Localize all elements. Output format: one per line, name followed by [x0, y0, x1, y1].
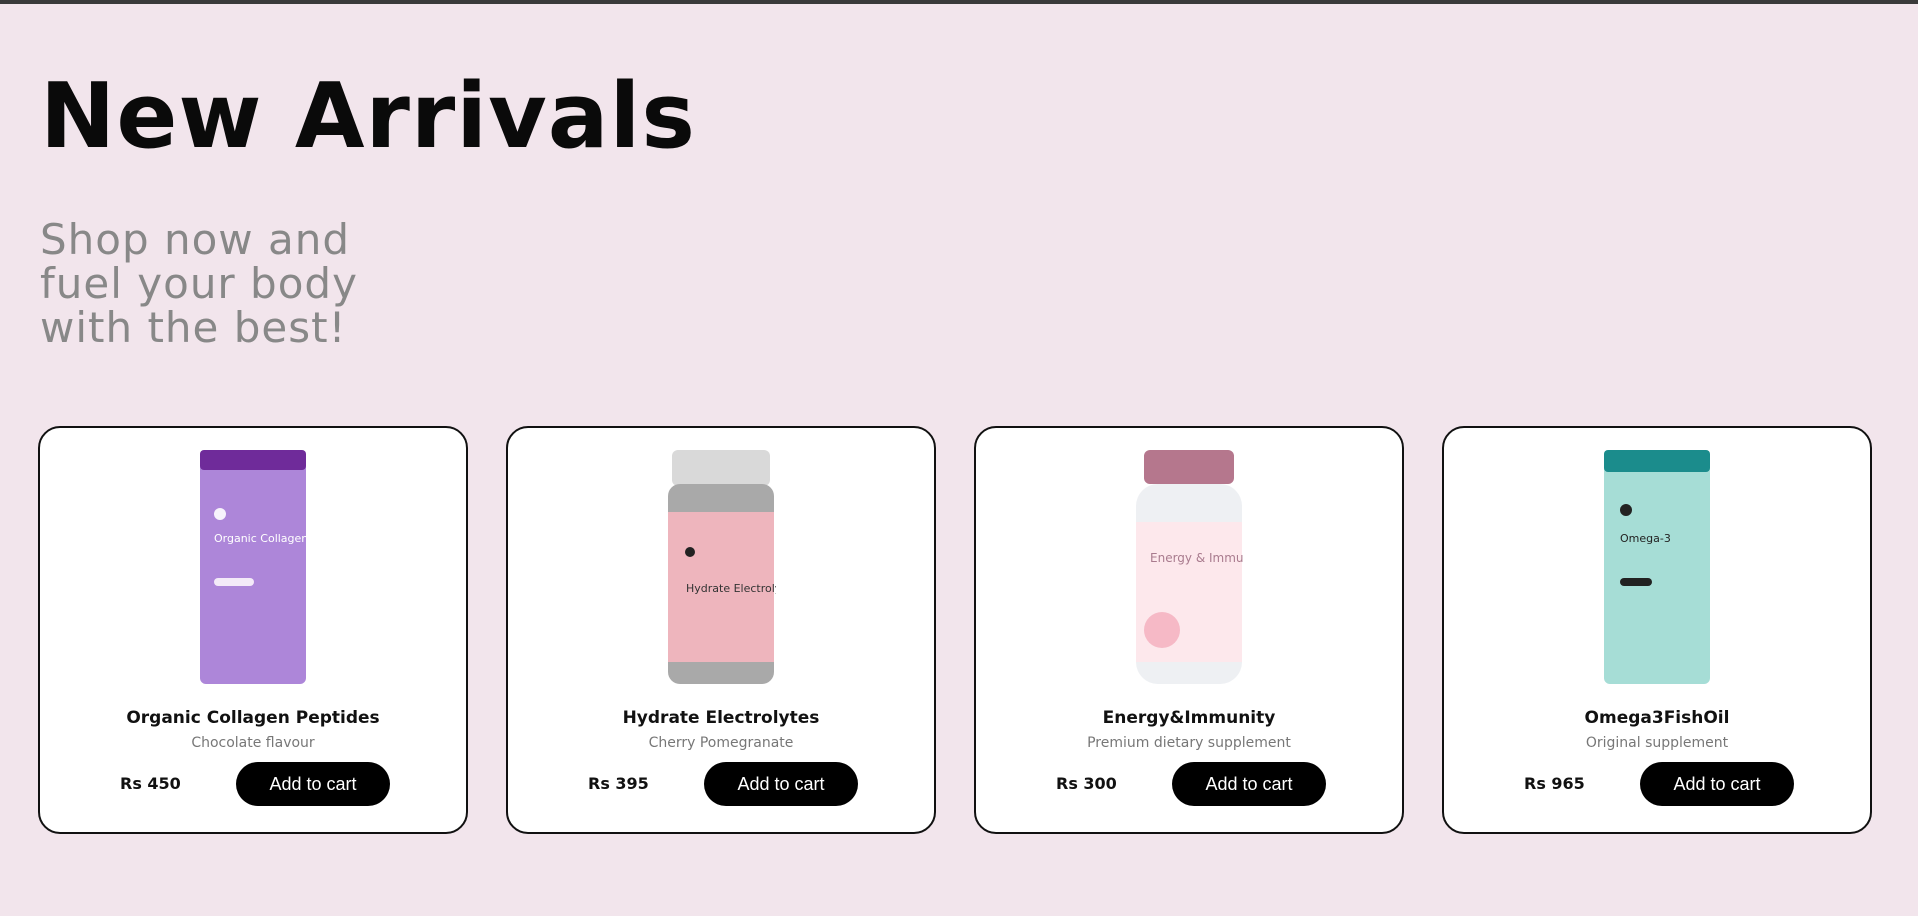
product-subtitle: Original supplement: [1585, 735, 1729, 751]
product-name: Energy&Immunity: [1102, 708, 1276, 728]
add-to-cart-button[interactable]: Add to cart: [1172, 762, 1326, 806]
product-card-omega3: Omega-3 Omega3FishOil Original supplemen…: [1442, 426, 1872, 834]
energy-immunity-image-label: Energy & Immunity: [1150, 551, 1244, 565]
omega3-image-label: Omega-3: [1620, 532, 1671, 545]
product-price: Rs 300: [1056, 774, 1117, 793]
product-price: Rs 395: [588, 774, 649, 793]
hero-section: New Arrivals Shop now and fuel your body…: [40, 62, 696, 350]
page-title: New Arrivals: [40, 64, 696, 169]
product-name: Hydrate Electrolytes: [622, 708, 820, 728]
page-subtitle: Shop now and fuel your body with the bes…: [40, 215, 358, 352]
product-subtitle: Chocolate flavour: [191, 735, 315, 751]
product-name: Organic Collagen Peptides: [126, 708, 380, 728]
add-to-cart-button[interactable]: Add to cart: [1640, 762, 1794, 806]
product-subtitle: Premium dietary supplement: [1087, 735, 1291, 751]
product-name: Omega3FishOil: [1584, 708, 1730, 728]
collagen-product-image: Organic Collagen Peptides: [200, 450, 308, 684]
omega3-product-image: Omega-3: [1604, 450, 1710, 684]
electrolytes-product-image: Hydrate Electrolytes: [668, 450, 776, 684]
product-price: Rs 450: [120, 774, 181, 793]
product-subtitle: Cherry Pomegranate: [648, 735, 794, 751]
collagen-image-label: Organic Collagen Peptides: [214, 532, 308, 545]
energy-immunity-product-image: Energy & Immunity: [1136, 450, 1244, 684]
top-border: [0, 0, 1918, 4]
electrolytes-image-label: Hydrate Electrolytes: [686, 582, 776, 595]
product-price: Rs 965: [1524, 774, 1585, 793]
product-list: Organic Collagen Peptides Organic Collag…: [38, 426, 1872, 834]
product-card-energy-immunity: Energy & Immunity Energy&Immunity Premiu…: [974, 426, 1404, 834]
product-card-collagen: Organic Collagen Peptides Organic Collag…: [38, 426, 468, 834]
add-to-cart-button[interactable]: Add to cart: [704, 762, 858, 806]
product-card-electrolytes: Hydrate Electrolytes Hydrate Electrolyte…: [506, 426, 936, 834]
add-to-cart-button[interactable]: Add to cart: [236, 762, 390, 806]
